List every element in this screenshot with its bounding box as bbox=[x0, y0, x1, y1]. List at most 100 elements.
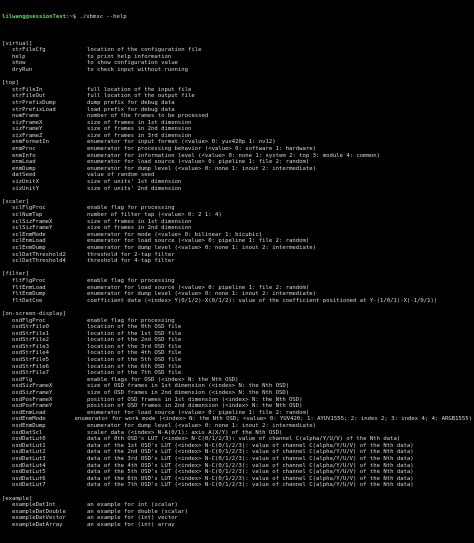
option-name: strFileOut bbox=[12, 93, 46, 100]
option-row: sizUnitY size of units' 2nd dimension bbox=[2, 186, 472, 193]
option-name: osdStrFile6 bbox=[12, 363, 50, 370]
option-row: strPrefixDump dump prefix for debug data bbox=[2, 100, 472, 107]
option-description: an example for (int) vector bbox=[87, 515, 178, 522]
option-row: osdEnmLoad enumerator for load source (<v… bbox=[2, 410, 472, 417]
option-name: osdDatLut6 bbox=[12, 475, 46, 482]
option-row: osdStrFile3 location of the 3rd OSD file bbox=[2, 344, 472, 351]
option-name: sclEnmDump bbox=[12, 244, 46, 251]
option-description: size of units' 1st dimension bbox=[87, 179, 182, 186]
option-description: to check input without running bbox=[87, 66, 189, 73]
option-name: osdDatLut3 bbox=[12, 455, 46, 462]
option-description: size of frames in 2nd dimension bbox=[87, 225, 192, 232]
option-name: osdDatScl bbox=[12, 429, 43, 436]
option-description: size of units' 2nd dimension bbox=[87, 185, 182, 192]
option-description: location of the 4th OSD file bbox=[87, 350, 182, 357]
option-description: enumerator for load source (<value> 0: p… bbox=[87, 159, 310, 166]
option-description: data of 0th OSD's LUT (<index> N-C(0/1/2… bbox=[87, 436, 401, 443]
option-row: sclDatThreshold4 threshold for 4-tap filt… bbox=[2, 258, 472, 265]
option-name: sizUnitX bbox=[12, 179, 39, 186]
option-row: datSeed value of random seed bbox=[2, 172, 472, 179]
option-row: show to show configuration value bbox=[2, 60, 472, 67]
prompt-user: lilwang@sessionTest bbox=[2, 14, 66, 21]
option-name: osdStrFile3 bbox=[12, 343, 50, 350]
option-description: value of random seed bbox=[87, 172, 155, 179]
option-row: osdEnmMode enumerator for work mode (<ind… bbox=[2, 416, 472, 423]
option-description: enumerator for processing behavior (<val… bbox=[87, 146, 317, 153]
option-description: to print help information bbox=[87, 53, 172, 60]
option-description: enumerator for information level (<value… bbox=[87, 152, 380, 159]
option-description: an example for (int) array bbox=[87, 521, 175, 528]
option-name: exampleDatDouble bbox=[12, 508, 66, 515]
option-name: osdStrFile0 bbox=[12, 324, 50, 331]
option-name: osdDatLut0 bbox=[12, 436, 46, 443]
option-description: size of frames in 2nd dimension bbox=[87, 126, 192, 133]
option-row: enmProc enumerator for processing behavio… bbox=[2, 146, 472, 153]
option-description: enable flags for OSD (<index> N: the Nth… bbox=[87, 376, 239, 383]
option-row: osdSizFrameX size of OSD frames in 1st di… bbox=[2, 383, 472, 390]
option-row: exampleDatDouble an example for double (s… bbox=[2, 509, 472, 516]
option-name: sclSizFrameY bbox=[12, 225, 53, 232]
option-row: osdDatLut3 data of the 3rd OSD's LUT (<in… bbox=[2, 456, 472, 463]
option-row: sclEnmLoad enumerator for load source (<v… bbox=[2, 238, 472, 245]
option-name: osdDatLut5 bbox=[12, 469, 46, 476]
option-description: enumerator for load source (<value> 0: p… bbox=[87, 284, 310, 291]
option-row: sclSizFrameY size of frames in 2nd dimens… bbox=[2, 225, 472, 232]
option-row: sclEnmMode enumerator for mode (<value> 0… bbox=[2, 232, 472, 239]
option-row: osdDatLut7 data of the 7th OSD's LUT (<in… bbox=[2, 482, 472, 489]
option-row: enmLoad enumerator for load source (<valu… bbox=[2, 159, 472, 166]
option-description: enumerator for load source (<value> 0: p… bbox=[87, 409, 310, 416]
option-description: enable flag for processing bbox=[87, 277, 175, 284]
option-description: enumerator for dump level (<value> 0: no… bbox=[87, 291, 317, 298]
option-description: size of OSD frames in 2nd dimension (<in… bbox=[87, 390, 290, 397]
option-name: osdSizFrameX bbox=[12, 383, 53, 390]
option-row: osdStrFile6 location of the 6th OSD file bbox=[2, 364, 472, 371]
option-name: enmInfo bbox=[12, 152, 36, 159]
prompt-command: ./xbmsc --help bbox=[79, 14, 127, 21]
option-row: sclEnmDump enumerator for dump level (<va… bbox=[2, 245, 472, 252]
option-name: sclEnmMode bbox=[12, 231, 46, 238]
option-name: strFileIn bbox=[12, 86, 43, 93]
option-name: help bbox=[12, 53, 26, 60]
option-name: sclNumTap bbox=[12, 212, 43, 218]
option-name: fltFlgProc bbox=[12, 277, 46, 284]
option-name: osdDatLut1 bbox=[12, 442, 46, 449]
terminal-window[interactable]: lilwang@sessionTest:~$ ./xbmsc --help [v… bbox=[0, 0, 474, 543]
option-name: osdEnmDump bbox=[12, 423, 46, 429]
option-description: coefficient data (<index> Y(0/1/2)-X(0/1… bbox=[87, 297, 438, 304]
option-row: sizFrameX size of frames in 1st dimension bbox=[2, 120, 472, 127]
option-name: osdStrFile4 bbox=[12, 350, 50, 357]
option-row: strFileOut full location of the output fi… bbox=[2, 93, 472, 100]
option-name: osdPosFrameX bbox=[12, 396, 53, 403]
option-name: show bbox=[12, 60, 26, 67]
option-row: osdDatLut6 data of the 6th OSD's LUT (<in… bbox=[2, 476, 472, 483]
option-row: fltEnmLoad enumerator for load source (<v… bbox=[2, 285, 472, 292]
option-row: sclSizFrameX size of frames in 1st dimens… bbox=[2, 219, 472, 226]
option-name: numFrame bbox=[12, 113, 39, 120]
option-row: exampleDatArray an example for (int) arra… bbox=[2, 522, 472, 529]
option-description: position of OSD frames in 1st dimension … bbox=[87, 396, 303, 403]
option-description: data of the 3rd OSD's LUT (<index> N-C(0… bbox=[87, 455, 414, 462]
option-description: location of the 6th OSD file bbox=[87, 363, 182, 370]
option-description: enumerator for load source (<value> 0: p… bbox=[87, 238, 310, 245]
option-name: strFileCfg bbox=[12, 47, 46, 54]
option-row: osdStrFile5 location of the 5th OSD file bbox=[2, 357, 472, 364]
option-name: osdStrFile5 bbox=[12, 357, 50, 364]
option-description: number of the frames to be processed bbox=[87, 113, 209, 120]
option-row: sizFrameY size of frames in 2nd dimension bbox=[2, 126, 472, 133]
option-description: enable flag for processing bbox=[87, 317, 175, 324]
option-description: enable flag for processing bbox=[87, 205, 175, 212]
section-header: [filter] bbox=[2, 271, 29, 278]
option-name: dryRun bbox=[12, 66, 33, 73]
option-row: osdStrFile0 location of the 0th OSD file bbox=[2, 324, 472, 331]
option-description: load prefix for debug data bbox=[87, 106, 175, 113]
option-name: osdDatLut2 bbox=[12, 449, 46, 456]
option-description: enumerator for dump level (<value> 0: no… bbox=[87, 165, 317, 172]
option-name: strPrefixLoad bbox=[12, 106, 56, 113]
option-description: location of the 2nd OSD file bbox=[87, 337, 182, 344]
option-name: sizUnitY bbox=[12, 185, 39, 192]
option-description: enumerator for dump level (<value> 0: no… bbox=[87, 244, 317, 251]
